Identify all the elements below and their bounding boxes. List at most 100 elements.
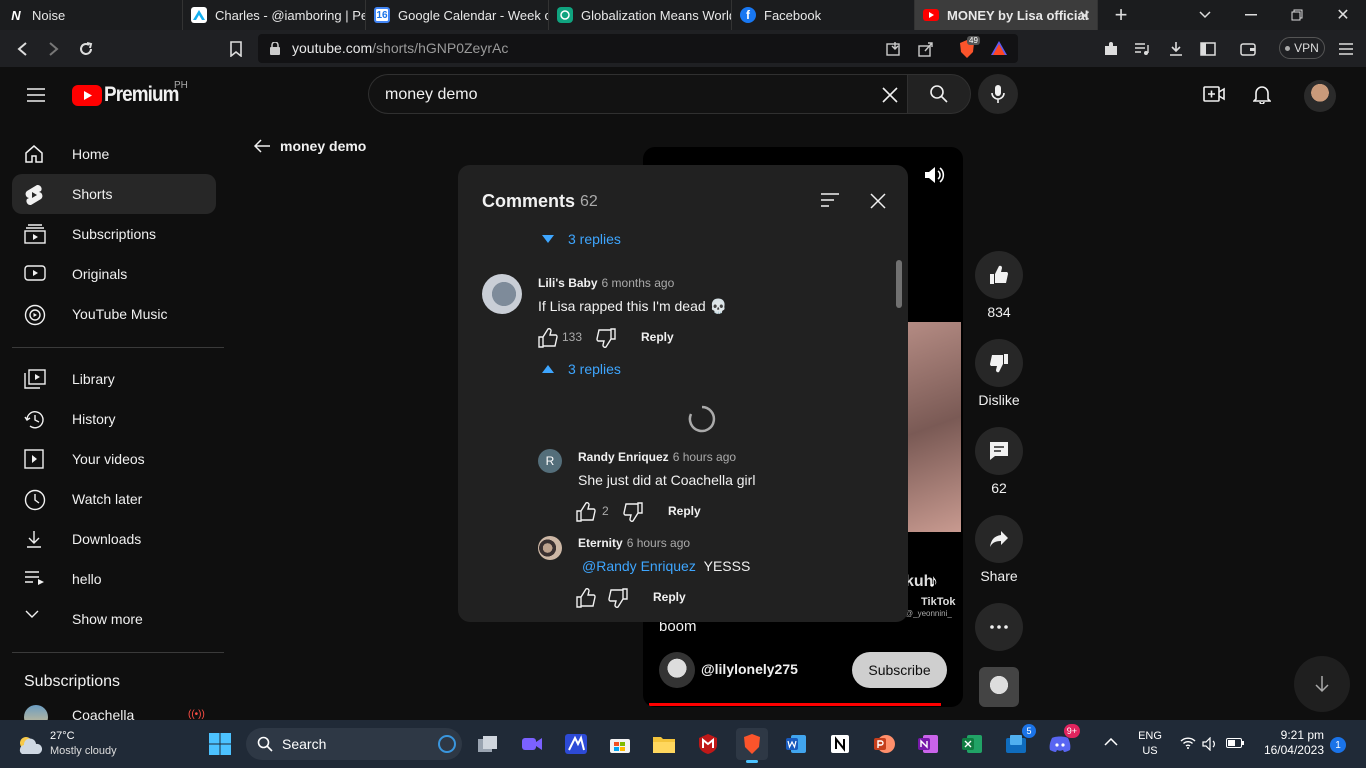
reply-reply-button[interactable]: Reply <box>668 504 701 518</box>
guide-menu-icon[interactable] <box>26 87 46 103</box>
tab-chatgpt[interactable]: Globalization Means World <box>549 0 732 30</box>
reply-avatar[interactable]: R <box>538 449 562 473</box>
hide-replies-toggle[interactable]: 3 replies <box>542 361 621 377</box>
tab-search-chevron-icon[interactable] <box>1182 0 1228 30</box>
comment-author[interactable]: Lili's Baby 6 months ago <box>538 276 674 290</box>
sidebar-item-downloads[interactable]: Downloads <box>12 519 216 559</box>
tab-noise[interactable]: N Noise <box>0 0 183 30</box>
browser-menu-icon[interactable] <box>1336 39 1356 59</box>
share-button[interactable] <box>975 515 1023 563</box>
sidebar-item-shorts[interactable]: Shorts <box>12 174 216 214</box>
sidebar-toggle-icon[interactable] <box>1198 39 1218 59</box>
comment-dislike-icon[interactable] <box>596 328 616 348</box>
reply-like-icon[interactable] <box>576 588 596 608</box>
input-language-indicator[interactable]: ENG US <box>1136 729 1164 759</box>
minimize-button[interactable] <box>1228 0 1274 30</box>
search-button[interactable] <box>907 74 971 114</box>
playlist-icon[interactable] <box>1132 39 1152 59</box>
restore-button[interactable] <box>1274 0 1320 30</box>
mention-link[interactable]: @Randy Enriquez <box>582 558 696 574</box>
discord-icon[interactable]: 9+ <box>1044 724 1080 760</box>
next-short-button[interactable] <box>1294 656 1350 712</box>
reply-avatar[interactable] <box>538 536 562 560</box>
channel-avatar[interactable] <box>659 652 695 688</box>
comment-like-icon[interactable] <box>538 328 558 348</box>
weather-widget[interactable]: 27°C Mostly cloudy <box>14 728 144 760</box>
wallet-icon[interactable] <box>1238 39 1258 59</box>
close-comments-icon[interactable] <box>870 193 886 209</box>
notification-center-badge[interactable]: 1 <box>1330 737 1346 753</box>
install-app-icon[interactable] <box>886 41 902 57</box>
subscribe-button[interactable]: Subscribe <box>852 652 947 688</box>
share-page-icon[interactable] <box>918 41 934 57</box>
new-tab-button[interactable]: + <box>1098 0 1144 30</box>
brave-shields-icon[interactable]: 49 <box>956 36 980 60</box>
onenote-icon[interactable] <box>912 728 944 760</box>
forward-icon[interactable] <box>44 39 64 59</box>
create-icon[interactable] <box>1203 85 1225 103</box>
url-box[interactable]: youtube.com/shorts/hGNP0ZeyrAc 49 <box>258 34 1018 63</box>
sidebar-item-watch-later[interactable]: Watch later <box>12 479 216 519</box>
tab-google-calendar[interactable]: 16 Google Calendar - Week of <box>366 0 549 30</box>
sidebar-item-youtube-music[interactable]: YouTube Music <box>12 294 216 334</box>
clock[interactable]: 9:21 pm 16/04/2023 <box>1252 728 1324 758</box>
extensions-icon[interactable] <box>1101 39 1121 59</box>
reply-dislike-icon[interactable] <box>623 502 643 522</box>
brave-rewards-icon[interactable] <box>990 40 1008 56</box>
comment-reply-button[interactable]: Reply <box>641 330 674 344</box>
more-actions-button[interactable] <box>975 603 1023 651</box>
short-channel-name[interactable]: @lilylonely275 <box>701 661 798 677</box>
word-icon[interactable] <box>780 728 812 760</box>
wifi-icon[interactable] <box>1180 737 1196 749</box>
downloads-icon[interactable] <box>1166 39 1186 59</box>
tab-artstation[interactable]: Charles - @iamboring | Pea <box>183 0 366 30</box>
clear-search-icon[interactable] <box>881 86 899 104</box>
voice-search-button[interactable] <box>978 74 1018 114</box>
powerpoint-icon[interactable] <box>868 728 900 760</box>
reply-like-icon[interactable] <box>576 502 596 522</box>
sound-thumbnail[interactable] <box>979 667 1019 707</box>
outlook-store-icon[interactable]: 5 <box>1000 724 1036 760</box>
file-explorer-icon[interactable] <box>648 728 680 760</box>
reload-icon[interactable] <box>76 39 96 59</box>
subscription-channel-coachella[interactable]: Coachella ((•)) <box>12 703 216 720</box>
meet-now-icon[interactable] <box>516 728 548 760</box>
dislike-button[interactable] <box>975 339 1023 387</box>
brave-taskbar-icon[interactable] <box>736 728 768 763</box>
sidebar-item-library[interactable]: Library <box>12 359 216 399</box>
notion-icon[interactable] <box>824 728 856 760</box>
volume-icon[interactable] <box>924 166 946 184</box>
scrollbar-thumb[interactable] <box>896 260 902 308</box>
show-hidden-icons-chevron[interactable] <box>1104 738 1118 746</box>
sidebar-item-originals[interactable]: Originals <box>12 254 216 294</box>
sort-comments-icon[interactable] <box>820 193 840 207</box>
reply-reply-button[interactable]: Reply <box>653 590 686 604</box>
vpn-button[interactable]: VPN <box>1279 37 1325 59</box>
affinity-app-icon[interactable] <box>560 728 592 760</box>
like-button[interactable] <box>975 251 1023 299</box>
view-replies-toggle[interactable]: 3 replies <box>542 231 621 247</box>
comments-button[interactable] <box>975 427 1023 475</box>
search-input[interactable]: money demo <box>385 86 478 104</box>
account-avatar[interactable] <box>1304 80 1336 112</box>
youtube-logo[interactable]: Premium <box>72 83 187 107</box>
video-progress-bar[interactable] <box>649 703 941 706</box>
sidebar-item-hello-playlist[interactable]: hello <box>12 559 216 599</box>
tab-facebook[interactable]: f Facebook <box>732 0 915 30</box>
back-to-search-link[interactable]: money demo <box>253 138 366 154</box>
bookmark-icon[interactable] <box>226 39 246 59</box>
reply-dislike-icon[interactable] <box>608 588 628 608</box>
notifications-bell-icon[interactable] <box>1253 84 1271 104</box>
task-view-icon[interactable] <box>472 728 504 760</box>
sidebar-item-subscriptions[interactable]: Subscriptions <box>12 214 216 254</box>
reply-author[interactable]: Eternity 6 hours ago <box>578 536 690 550</box>
microsoft-store-icon[interactable] <box>604 728 636 760</box>
sidebar-item-show-more[interactable]: Show more <box>12 599 216 639</box>
sidebar-item-your-videos[interactable]: Your videos <box>12 439 216 479</box>
search-box[interactable]: money demo <box>368 74 908 114</box>
excel-icon[interactable] <box>956 728 988 760</box>
tab-close-icon[interactable]: ✕ <box>1078 7 1091 25</box>
close-window-button[interactable]: ✕ <box>1320 0 1366 30</box>
back-icon[interactable] <box>12 39 32 59</box>
taskbar-search-box[interactable]: Search <box>246 728 462 760</box>
